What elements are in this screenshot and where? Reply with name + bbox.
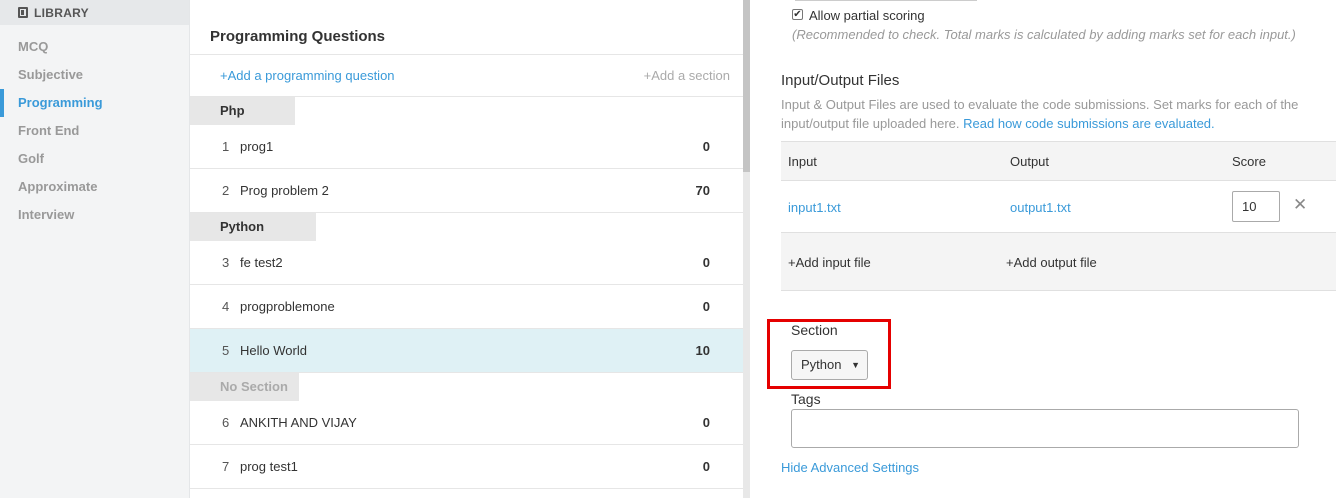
io-files-table: Input Output Score input1.txt output1.tx… <box>781 141 1336 291</box>
section-header-php: Php <box>190 97 295 125</box>
question-number: 1 <box>222 139 230 154</box>
partial-scoring-hint: (Recommended to check. Total marks is ca… <box>792 27 1296 42</box>
question-number: 4 <box>222 299 230 314</box>
io-files-title: Input/Output Files <box>781 72 900 89</box>
section-select[interactable]: Python ▼ <box>791 350 868 380</box>
question-name: prog1 <box>240 139 274 154</box>
section-header-no-section: No Section <box>190 373 299 401</box>
question-name: prog test1 <box>240 459 298 474</box>
question-name: Hello World <box>240 343 307 358</box>
divider <box>795 0 977 1</box>
tags-label: Tags <box>791 391 821 407</box>
tags-input[interactable] <box>791 409 1299 448</box>
hide-advanced-settings-link[interactable]: Hide Advanced Settings <box>781 460 919 475</box>
book-icon <box>18 7 28 18</box>
library-sidebar: LIBRARY MCQ Subjective Programming Front… <box>0 0 190 498</box>
io-add-row: +Add input file +Add output file <box>781 233 1336 291</box>
close-icon[interactable]: ✕ <box>1293 195 1307 215</box>
input-column-header: Input <box>788 154 817 169</box>
io-file-row: input1.txt output1.txt ✕ <box>781 181 1336 233</box>
sidebar-item-programming[interactable]: Programming <box>0 89 190 117</box>
output-column-header: Output <box>1010 154 1050 169</box>
question-number: 3 <box>222 255 230 270</box>
question-name: fe test2 <box>240 255 283 270</box>
question-row[interactable]: 2 Prog problem 2 70 <box>190 169 743 213</box>
chevron-down-icon: ▼ <box>851 360 860 370</box>
page-title: Programming Questions <box>210 28 386 45</box>
question-number: 2 <box>222 183 230 198</box>
add-programming-question-link[interactable]: +Add a programming question <box>220 68 395 83</box>
library-header: LIBRARY <box>0 0 189 25</box>
question-name: Prog problem 2 <box>240 183 329 198</box>
io-table-header: Input Output Score <box>781 141 1336 181</box>
question-score: 70 <box>695 183 710 198</box>
add-input-file-button[interactable]: +Add input file <box>788 255 871 270</box>
question-number: 7 <box>222 459 230 474</box>
question-score: 0 <box>702 255 710 270</box>
library-header-label: LIBRARY <box>34 5 89 20</box>
question-row[interactable]: 3 fe test2 0 <box>190 241 743 285</box>
section-select-value: Python <box>801 357 842 372</box>
add-section-link[interactable]: +Add a section <box>644 68 730 83</box>
input-file-link[interactable]: input1.txt <box>788 200 841 215</box>
io-score-input[interactable] <box>1232 191 1280 222</box>
question-name: progproblemone <box>240 299 335 314</box>
score-column-header: Score <box>1232 154 1266 169</box>
section-header-python: Python <box>190 213 316 241</box>
sidebar-item-subjective[interactable]: Subjective <box>0 61 190 89</box>
question-score: 0 <box>702 415 710 430</box>
evaluation-help-link[interactable]: Read how code submissions are evaluated. <box>963 116 1214 131</box>
partial-scoring-label: Allow partial scoring <box>809 8 925 23</box>
question-score: 10 <box>695 343 710 358</box>
scrollbar-thumb[interactable] <box>743 0 750 172</box>
sidebar-item-interview[interactable]: Interview <box>0 201 190 229</box>
output-file-link[interactable]: output1.txt <box>1010 200 1071 215</box>
section-label: Section <box>791 322 838 338</box>
question-row[interactable]: 4 progproblemone 0 <box>190 285 743 329</box>
question-number: 5 <box>222 343 230 358</box>
sidebar-item-approximate[interactable]: Approximate <box>0 173 190 201</box>
partial-scoring-checkbox[interactable]: ✔ <box>792 9 803 20</box>
add-output-file-button[interactable]: +Add output file <box>1006 255 1097 270</box>
io-files-description: Input & Output Files are used to evaluat… <box>781 95 1326 133</box>
question-list-panel: Programming Questions +Add a programming… <box>190 0 743 498</box>
question-settings-panel: ✔ Allow partial scoring (Recommended to … <box>750 0 1340 498</box>
sidebar-item-golf[interactable]: Golf <box>0 145 190 173</box>
sidebar-item-mcq[interactable]: MCQ <box>0 33 190 61</box>
question-score: 0 <box>702 299 710 314</box>
list-scrollbar[interactable] <box>743 0 750 498</box>
question-row[interactable]: 6 ANKITH AND VIJAY 0 <box>190 401 743 445</box>
question-row-selected[interactable]: 5 Hello World 10 <box>190 329 743 373</box>
question-row[interactable]: 7 prog test1 0 <box>190 445 743 489</box>
question-name: ANKITH AND VIJAY <box>240 415 357 430</box>
sidebar-item-front-end[interactable]: Front End <box>0 117 190 145</box>
question-score: 0 <box>702 139 710 154</box>
question-row[interactable]: 1 prog1 0 <box>190 125 743 169</box>
divider <box>190 54 743 55</box>
question-score: 0 <box>702 459 710 474</box>
question-number: 6 <box>222 415 230 430</box>
